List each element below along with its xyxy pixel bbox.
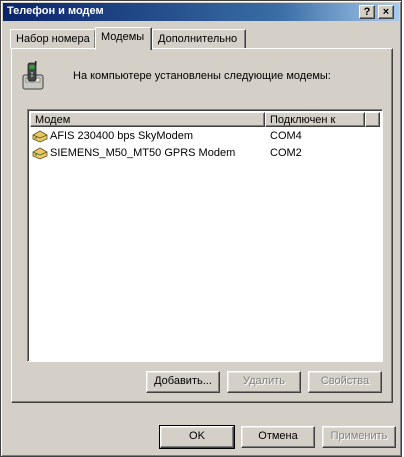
phone-modem-dialog: Телефон и модем ? × Набор номера Модемы …: [0, 0, 402, 457]
list-header: Модем Подключен к: [30, 112, 380, 127]
properties-button[interactable]: Свойства: [308, 371, 382, 393]
modem-port: COM4: [270, 130, 302, 142]
list-item[interactable]: SIEMENS_M50_MT50 GPRS Modem COM2: [32, 145, 376, 162]
cancel-button[interactable]: Отмена: [241, 426, 315, 448]
apply-button[interactable]: Применить: [322, 426, 396, 448]
window-title: Телефон и модем: [7, 5, 104, 17]
tab-modems[interactable]: Модемы: [95, 27, 152, 50]
modem-device-icon: [32, 147, 48, 160]
ok-button[interactable]: OK: [159, 425, 235, 449]
tab-advanced[interactable]: Дополнительно: [152, 29, 246, 49]
modem-device-icon: [32, 130, 48, 143]
tab-dialing[interactable]: Набор номера: [10, 29, 96, 49]
column-header-modem[interactable]: Модем: [30, 112, 265, 127]
remove-button[interactable]: Удалить: [227, 371, 301, 393]
add-button[interactable]: Добавить...: [146, 371, 220, 393]
help-button[interactable]: ?: [359, 5, 375, 19]
title-bar[interactable]: Телефон и модем ? ×: [3, 3, 399, 21]
modem-port: COM2: [270, 147, 302, 159]
list-item[interactable]: AFIS 230400 bps SkyModem COM4: [32, 128, 376, 145]
modems-intro-text: На компьютере установлены следующие моде…: [73, 70, 331, 82]
modem-list[interactable]: Модем Подключен к AFIS 230400 bps SkyMod…: [27, 109, 383, 362]
modem-name: AFIS 230400 bps SkyModem: [50, 130, 194, 142]
close-button[interactable]: ×: [378, 5, 394, 19]
column-header-filler: [365, 112, 380, 127]
modem-name: SIEMENS_M50_MT50 GPRS Modem: [50, 147, 236, 159]
modem-phone-icon: [22, 61, 44, 90]
column-header-connected-to[interactable]: Подключен к: [265, 112, 365, 127]
